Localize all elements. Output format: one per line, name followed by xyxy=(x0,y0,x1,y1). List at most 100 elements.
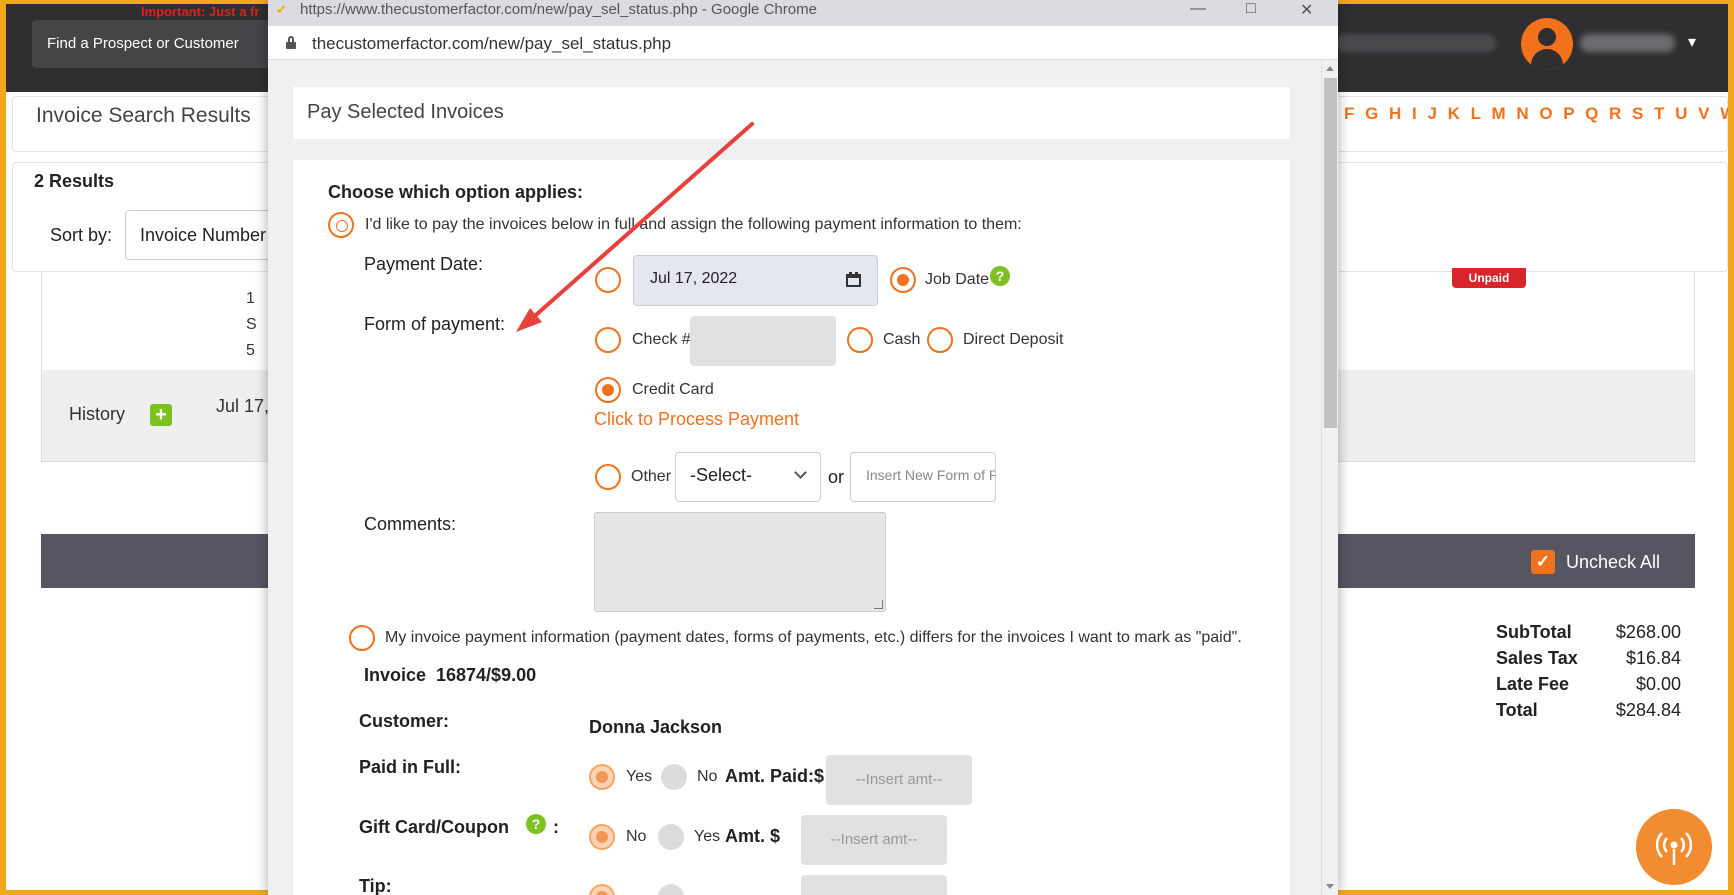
modal-title: Pay Selected Invoices xyxy=(307,101,504,123)
calendar-icon[interactable] xyxy=(846,272,861,287)
alphabet-filter[interactable]: F G H I J K L M N O P Q R S T U V W X Y … xyxy=(1344,104,1728,124)
direct-deposit-label: Direct Deposit xyxy=(963,331,1064,348)
find-prospect-button[interactable]: Find a Prospect or Customer xyxy=(32,20,282,68)
important-notice[interactable]: Important: Just a fr xyxy=(141,4,259,19)
maximize-icon[interactable]: □ xyxy=(1246,0,1256,18)
payment-date-custom-radio[interactable] xyxy=(595,267,621,293)
popup-scrollbar[interactable] xyxy=(1321,60,1338,895)
tip-radio-1[interactable] xyxy=(589,884,615,895)
cash-label: Cash xyxy=(883,331,921,348)
paid-in-full-label: Paid in Full: xyxy=(359,757,461,777)
late-fee-label: Late Fee xyxy=(1496,674,1570,694)
chrome-popup-window: ✔ https://www.thecustomerfactor.com/new/… xyxy=(268,0,1338,895)
uncheck-all-label[interactable]: Uncheck All xyxy=(1566,552,1660,573)
check-number-input[interactable] xyxy=(690,316,836,366)
option-pay-full-radio[interactable] xyxy=(328,212,354,238)
history-label: History xyxy=(69,404,126,424)
gift-card-label: Gift Card/Coupon xyxy=(359,817,509,837)
close-icon[interactable]: ✕ xyxy=(1300,0,1313,20)
choose-heading: Choose which option applies: xyxy=(328,182,584,202)
window-title: https://www.thecustomerfactor.com/new/pa… xyxy=(300,1,817,18)
page-title: Invoice Search Results xyxy=(36,104,251,127)
check-radio[interactable] xyxy=(595,327,621,353)
help-icon[interactable]: ? xyxy=(990,266,1010,286)
job-date-label: Job Date xyxy=(925,271,990,288)
payment-date-input[interactable]: Jul 17, 2022 xyxy=(633,255,878,306)
cash-radio[interactable] xyxy=(847,327,873,353)
invoice-label: Invoice xyxy=(364,665,427,685)
uncheck-all-checkbox[interactable]: ✓ xyxy=(1531,550,1555,574)
customer-value: Donna Jackson xyxy=(589,717,723,737)
modal-header: Pay Selected Invoices xyxy=(293,87,1290,139)
subtotal-value: $268.00 xyxy=(1615,622,1681,642)
comments-label: Comments: xyxy=(364,514,457,534)
direct-deposit-radio[interactable] xyxy=(927,327,953,353)
detail-fragment: 1 xyxy=(246,290,255,307)
address-url[interactable]: thecustomerfactor.com/new/pay_sel_status… xyxy=(312,34,671,54)
status-badge: Unpaid xyxy=(1452,268,1526,288)
lock-icon xyxy=(286,36,296,49)
sort-select[interactable]: Invoice Number xyxy=(125,210,285,260)
subtotal-label: SubTotal xyxy=(1496,622,1572,642)
total-value: $284.84 xyxy=(1615,700,1681,720)
paid-full-yes-radio[interactable] xyxy=(589,764,615,790)
gift-no-radio[interactable] xyxy=(589,824,615,850)
option-pay-full-label: I'd like to pay the invoices below in fu… xyxy=(365,216,1022,233)
tip-amt-input[interactable] xyxy=(801,875,947,895)
gift-amt-label: Amt. $ xyxy=(725,826,781,846)
resize-grip-icon[interactable] xyxy=(874,600,883,609)
gift-amt-input[interactable]: --Insert amt-- xyxy=(801,815,947,865)
process-payment-link[interactable]: Click to Process Payment xyxy=(594,409,799,430)
gift-card-colon: : xyxy=(553,817,559,837)
other-select-value: -Select- xyxy=(690,465,753,485)
late-fee-value: $0.00 xyxy=(1635,674,1681,694)
total-label: Total xyxy=(1496,700,1538,720)
broadcast-icon xyxy=(1656,832,1692,865)
totals-summary: SubTotal $268.00 Sales Tax $16.84 Late Fee… xyxy=(1496,622,1681,726)
help-icon[interactable]: ? xyxy=(526,814,546,834)
window-titlebar[interactable]: ✔ https://www.thecustomerfactor.com/new/… xyxy=(268,0,1338,26)
detail-fragment: 5 xyxy=(246,342,255,359)
option-differs-radio[interactable] xyxy=(349,625,375,651)
other-radio[interactable] xyxy=(595,464,621,490)
gift-yes-radio[interactable] xyxy=(658,824,684,850)
scroll-thumb[interactable] xyxy=(1324,78,1337,428)
comments-textarea[interactable] xyxy=(594,512,886,612)
tip-radio-2[interactable] xyxy=(658,884,684,895)
sales-tax-value: $16.84 xyxy=(1625,648,1681,668)
broadcast-fab-button[interactable] xyxy=(1636,809,1712,885)
other-payment-select[interactable]: -Select- xyxy=(675,452,821,502)
paid-full-yes-label: Yes xyxy=(626,768,653,785)
amt-paid-input[interactable]: --Insert amt-- xyxy=(826,755,972,805)
detail-fragment: S xyxy=(246,316,257,333)
new-payment-form-input[interactable]: Insert New Form of Payment xyxy=(850,452,996,502)
minimize-icon[interactable]: — xyxy=(1190,0,1206,18)
chevron-down-icon xyxy=(794,466,807,479)
user-menu-caret-icon[interactable]: ▾ xyxy=(1688,32,1696,52)
job-date-radio[interactable] xyxy=(890,267,916,293)
payment-date-value: Jul 17, 2022 xyxy=(650,270,738,287)
payment-form: Choose which option applies: I'd like to… xyxy=(293,160,1290,895)
check-label: Check # xyxy=(632,331,691,348)
credit-card-label: Credit Card xyxy=(632,381,714,398)
blurred-username[interactable] xyxy=(1580,34,1675,52)
address-bar[interactable]: thecustomerfactor.com/new/pay_sel_status… xyxy=(268,26,1338,60)
paid-full-no-radio[interactable] xyxy=(661,764,687,790)
scroll-down-arrow-icon[interactable] xyxy=(1326,884,1334,889)
gift-yes-label: Yes xyxy=(694,828,721,845)
site-favicon-icon: ✔ xyxy=(276,2,287,17)
blurred-date xyxy=(1336,34,1496,52)
amt-paid-label: Amt. Paid:$ xyxy=(725,766,825,786)
user-avatar-icon[interactable] xyxy=(1521,18,1573,70)
or-label: or xyxy=(828,467,845,487)
credit-card-radio[interactable] xyxy=(595,377,621,403)
tip-label: Tip: xyxy=(359,876,392,895)
add-history-icon[interactable]: + xyxy=(150,404,172,426)
payment-date-label: Payment Date: xyxy=(364,254,484,274)
option-differs-label: My invoice payment information (payment … xyxy=(385,629,1242,646)
customer-label: Customer: xyxy=(359,711,450,731)
invoice-value: 16874/$9.00 xyxy=(436,665,537,685)
gift-no-label: No xyxy=(626,828,647,845)
scroll-up-arrow-icon[interactable] xyxy=(1326,66,1334,71)
form-of-payment-label: Form of payment: xyxy=(364,314,506,334)
